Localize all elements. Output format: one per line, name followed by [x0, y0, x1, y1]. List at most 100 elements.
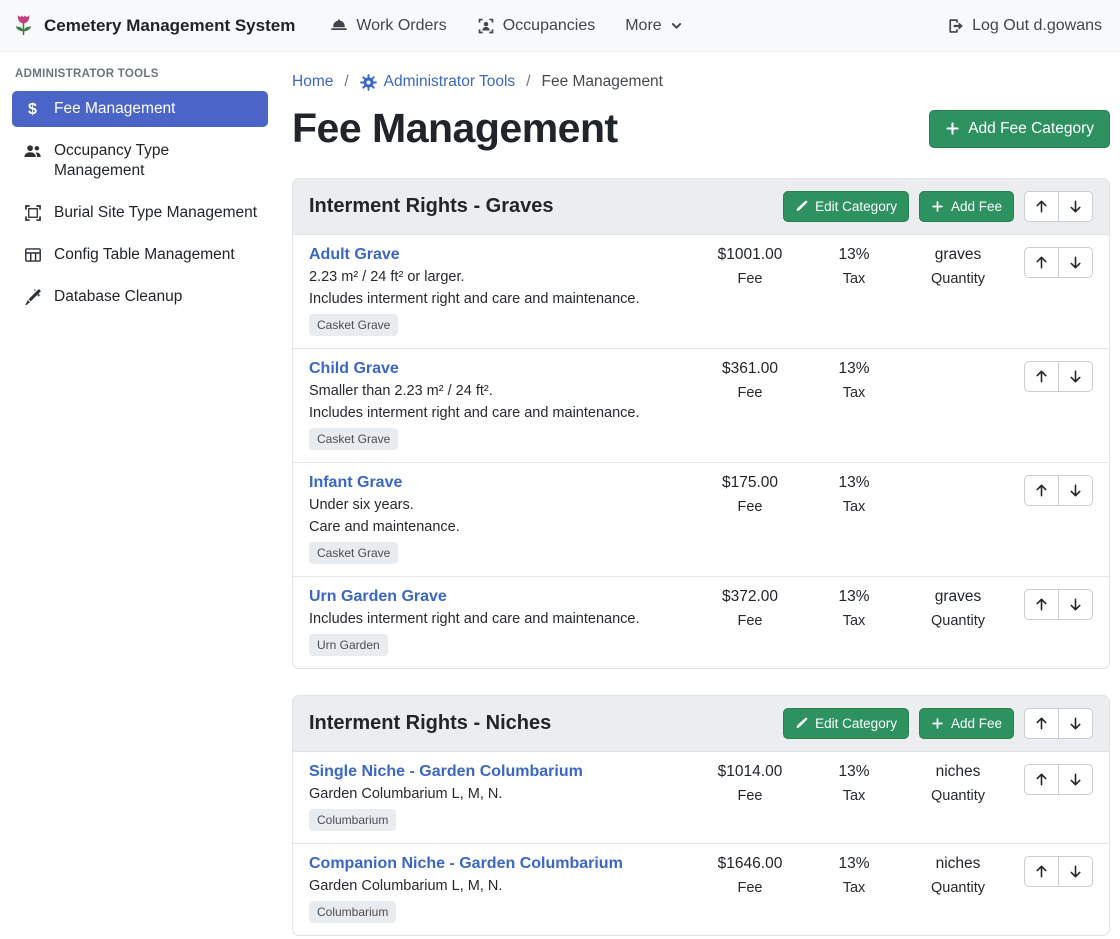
- fee-name-link[interactable]: Infant Grave: [309, 474, 402, 492]
- category-reorder-group: [1024, 708, 1093, 739]
- fee-list: Single Niche - Garden Columbarium Garden…: [293, 752, 1109, 935]
- move-fee-up-button[interactable]: [1024, 247, 1059, 278]
- fee-badge: Columbarium: [309, 809, 396, 831]
- nav-item-occupancies[interactable]: Occupancies: [462, 9, 611, 43]
- sidebar-item-config-table-management[interactable]: Config Table Management: [12, 237, 268, 273]
- fee-amount-label: Fee: [698, 271, 802, 287]
- fee-amount-label: Fee: [698, 788, 802, 804]
- quantity-label: Quantity: [906, 880, 1010, 896]
- category-title: Interment Rights - Graves: [309, 195, 554, 218]
- nav-item-label: More: [625, 17, 661, 35]
- fee-amount-cell: $1001.00 Fee: [698, 246, 802, 287]
- quantity-cell: niches Quantity: [906, 763, 1010, 804]
- chevron-down-icon: [670, 19, 683, 32]
- breadcrumb-home[interactable]: Home: [292, 73, 333, 91]
- move-fee-down-button[interactable]: [1058, 475, 1093, 506]
- arrow-up-icon: [1034, 772, 1049, 787]
- plus-icon: [931, 717, 944, 730]
- fee-name-link[interactable]: Urn Garden Grave: [309, 588, 447, 606]
- fee-badge: Casket Grave: [309, 542, 398, 564]
- fee-badge: Casket Grave: [309, 428, 398, 450]
- arrow-up-icon: [1034, 369, 1049, 384]
- move-fee-up-button[interactable]: [1024, 361, 1059, 392]
- people-icon: [22, 142, 43, 161]
- sidebar-heading: ADMINISTRATOR TOOLS: [15, 68, 268, 80]
- fee-reorder-group: [1024, 589, 1093, 620]
- fee-row: Child Grave Smaller than 2.23 m² / 24 ft…: [293, 349, 1109, 463]
- fee-category-card: Interment Rights - Niches Edit Category …: [292, 695, 1110, 936]
- sidebar-item-fee-management[interactable]: $ Fee Management: [12, 91, 268, 127]
- add-fee-label: Add Fee: [951, 199, 1002, 214]
- fee-amount: $1001.00: [698, 246, 802, 264]
- move-fee-down-button[interactable]: [1058, 764, 1093, 795]
- fee-description: Garden Columbarium L, M, N.: [309, 878, 692, 894]
- fee-reorder-group: [1024, 856, 1093, 887]
- fee-description: Includes interment right and care and ma…: [309, 405, 692, 421]
- tax-cell: 13% Tax: [802, 246, 906, 287]
- add-fee-button[interactable]: Add Fee: [919, 708, 1014, 739]
- quantity-value: niches: [906, 855, 1010, 873]
- hard-hat-icon: [330, 17, 348, 35]
- arrow-up-icon: [1034, 597, 1049, 612]
- edit-category-button[interactable]: Edit Category: [783, 708, 909, 739]
- fee-name-link[interactable]: Companion Niche - Garden Columbarium: [309, 855, 623, 873]
- fee-name-link[interactable]: Single Niche - Garden Columbarium: [309, 763, 583, 781]
- pencil-icon: [795, 717, 808, 730]
- add-fee-category-button[interactable]: Add Fee Category: [929, 110, 1110, 148]
- breadcrumb-current: Fee Management: [542, 73, 664, 91]
- fee-description: Smaller than 2.23 m² / 24 ft².: [309, 383, 692, 399]
- move-fee-down-button[interactable]: [1058, 589, 1093, 620]
- tax-value: 13%: [802, 763, 906, 781]
- breadcrumb-separator: /: [526, 73, 530, 91]
- move-fee-down-button[interactable]: [1058, 361, 1093, 392]
- plus-icon: [931, 200, 944, 213]
- fee-descriptions: Includes interment right and care and ma…: [309, 611, 692, 627]
- tax-cell: 13% Tax: [802, 855, 906, 896]
- sidebar-item-database-cleanup[interactable]: Database Cleanup: [12, 279, 268, 315]
- move-fee-down-button[interactable]: [1058, 856, 1093, 887]
- fee-amount-label: Fee: [698, 880, 802, 896]
- tax-label: Tax: [802, 880, 906, 896]
- fee-descriptions: Smaller than 2.23 m² / 24 ft². Includes i…: [309, 383, 692, 421]
- move-category-down-button[interactable]: [1058, 191, 1093, 222]
- sidebar-item-burial-site-type-management[interactable]: Burial Site Type Management: [12, 195, 268, 231]
- move-category-down-button[interactable]: [1058, 708, 1093, 739]
- breadcrumb-label: Home: [292, 73, 333, 91]
- edit-category-button[interactable]: Edit Category: [783, 191, 909, 222]
- fee-row: Companion Niche - Garden Columbarium Gar…: [293, 844, 1109, 935]
- move-fee-up-button[interactable]: [1024, 856, 1059, 887]
- navbar-links: Work Orders Occupancies More: [315, 9, 697, 43]
- quantity-value: graves: [906, 588, 1010, 606]
- move-fee-up-button[interactable]: [1024, 764, 1059, 795]
- fee-name-link[interactable]: Adult Grave: [309, 246, 400, 264]
- sidebar: ADMINISTRATOR TOOLS $ Fee Management Occ…: [0, 52, 280, 939]
- sidebar-item-label: Config Table Management: [54, 245, 235, 265]
- arrow-down-icon: [1068, 255, 1083, 270]
- nav-item-more[interactable]: More: [610, 9, 697, 43]
- fee-info: Urn Garden Grave Includes interment righ…: [309, 588, 698, 656]
- fee-amount: $1014.00: [698, 763, 802, 781]
- tax-value: 13%: [802, 360, 906, 378]
- fee-name-link[interactable]: Child Grave: [309, 360, 399, 378]
- brand[interactable]: Cemetery Management System: [12, 12, 295, 39]
- move-fee-up-button[interactable]: [1024, 589, 1059, 620]
- breadcrumb-administrator-tools[interactable]: Administrator Tools: [360, 73, 516, 91]
- sidebar-item-occupancy-type-management[interactable]: Occupancy Type Management: [12, 133, 268, 189]
- move-category-up-button[interactable]: [1024, 708, 1059, 739]
- logout-button[interactable]: Log Out d.gowans: [931, 9, 1102, 43]
- category-actions: Edit Category Add Fee: [783, 191, 1093, 222]
- arrow-up-icon: [1034, 255, 1049, 270]
- move-category-up-button[interactable]: [1024, 191, 1059, 222]
- categories-container: Interment Rights - Graves Edit Category …: [292, 178, 1110, 936]
- add-fee-button[interactable]: Add Fee: [919, 191, 1014, 222]
- category-header: Interment Rights - Niches Edit Category …: [293, 696, 1109, 752]
- pencil-icon: [795, 200, 808, 213]
- fee-info: Adult Grave 2.23 m² / 24 ft² or larger.I…: [309, 246, 698, 336]
- tax-label: Tax: [802, 788, 906, 804]
- nav-item-work-orders[interactable]: Work Orders: [315, 9, 461, 43]
- move-fee-down-button[interactable]: [1058, 247, 1093, 278]
- fee-amount-cell: $1646.00 Fee: [698, 855, 802, 896]
- tax-label: Tax: [802, 385, 906, 401]
- tax-value: 13%: [802, 855, 906, 873]
- move-fee-up-button[interactable]: [1024, 475, 1059, 506]
